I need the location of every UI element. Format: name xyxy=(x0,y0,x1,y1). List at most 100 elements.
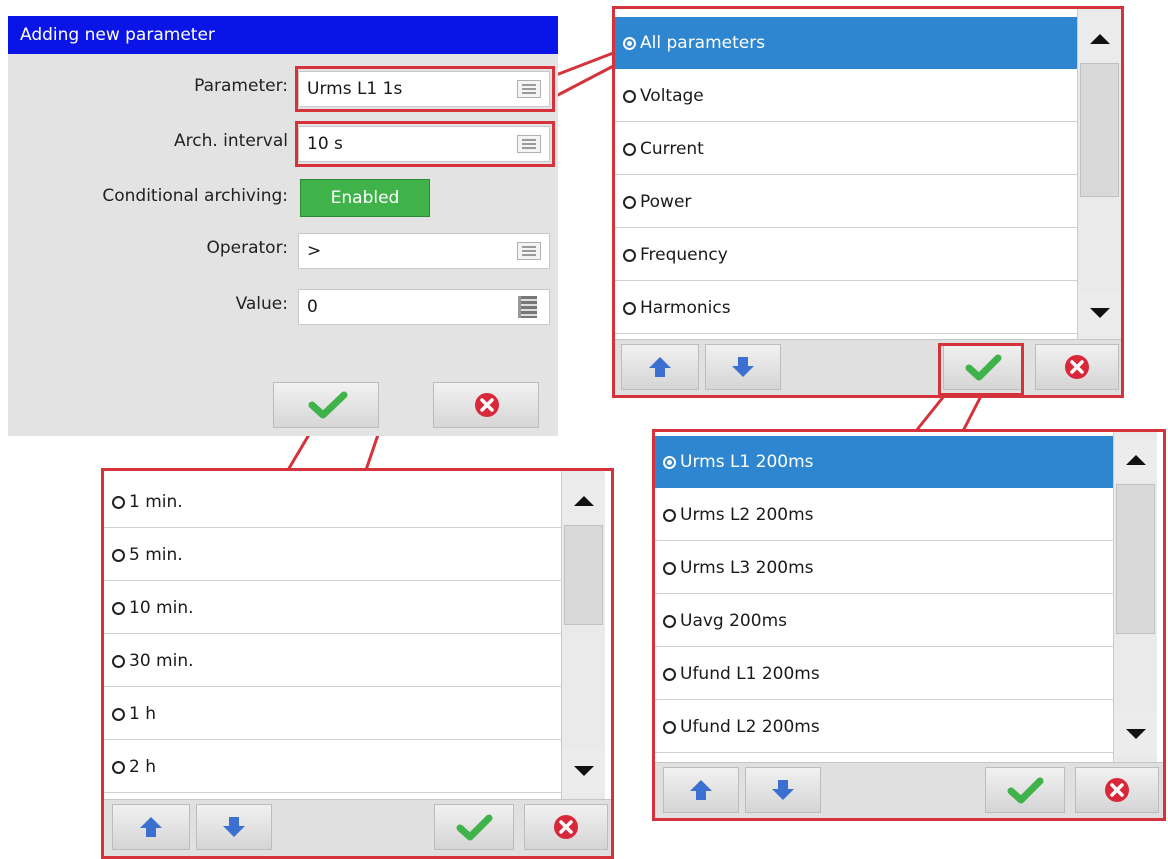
list-item[interactable]: 1 min. xyxy=(104,476,561,528)
keypad-icon[interactable] xyxy=(518,296,537,318)
conditional-archiving-toggle[interactable]: Enabled xyxy=(300,179,430,217)
radio-icon xyxy=(623,143,636,156)
page-up-button[interactable] xyxy=(112,804,190,850)
parameter-popup: Urms L1 200ms Urms L2 200ms Urms L3 200m… xyxy=(652,429,1166,821)
radio-icon xyxy=(623,302,636,315)
cancel-icon xyxy=(475,393,499,417)
checkmark-icon xyxy=(456,814,493,841)
parameter-highlight xyxy=(295,66,555,112)
radio-icon xyxy=(623,90,636,103)
page-up-button[interactable] xyxy=(621,344,699,390)
scrollbar[interactable] xyxy=(1113,432,1157,762)
list-item[interactable]: 1 h xyxy=(104,688,561,740)
arrow-up-icon xyxy=(1125,455,1146,465)
scroll-up-button[interactable] xyxy=(1114,438,1157,482)
page-up-button[interactable] xyxy=(663,767,739,813)
parameter-label: Parameter: xyxy=(194,76,288,96)
list-item[interactable]: Voltage xyxy=(615,70,1077,122)
list-item[interactable]: All parameters xyxy=(615,17,1077,69)
scrollbar[interactable] xyxy=(561,471,605,799)
value-label: Value: xyxy=(235,294,288,314)
cancel-button[interactable] xyxy=(433,382,539,428)
cancel-button[interactable] xyxy=(1035,344,1119,390)
page-down-icon xyxy=(223,817,245,837)
arrow-up-icon xyxy=(573,496,594,506)
interval-popup: 1 min. 5 min. 10 min. 30 min. 1 h 2 h xyxy=(101,468,614,859)
scroll-up-button[interactable] xyxy=(562,479,605,523)
page-down-button[interactable] xyxy=(196,804,272,850)
checkmark-icon xyxy=(308,391,348,419)
arch-interval-label: Arch. interval xyxy=(174,131,288,151)
page-up-icon xyxy=(140,817,162,837)
list-item[interactable]: Frequency xyxy=(615,229,1077,281)
radio-icon xyxy=(663,721,676,734)
scroll-down-button[interactable] xyxy=(562,749,605,793)
scroll-down-button[interactable] xyxy=(1114,712,1157,756)
radio-icon xyxy=(623,249,636,262)
ok-button[interactable] xyxy=(273,382,379,428)
scrollbar[interactable] xyxy=(1077,9,1121,339)
confirm-highlight xyxy=(938,343,1024,396)
scroll-thumb[interactable] xyxy=(1116,484,1155,634)
page-down-button[interactable] xyxy=(705,344,781,390)
list-item[interactable]: Uavg 200ms xyxy=(655,595,1113,647)
radio-icon xyxy=(663,668,676,681)
radio-icon xyxy=(112,761,125,774)
scroll-thumb[interactable] xyxy=(564,525,603,625)
arrow-down-icon xyxy=(1089,308,1110,318)
operator-field[interactable]: > xyxy=(298,233,550,269)
radio-icon xyxy=(112,708,125,721)
dialog-title: Adding new parameter xyxy=(8,16,558,54)
page-down-icon xyxy=(772,780,794,800)
popup-toolbar xyxy=(655,762,1163,818)
radio-icon xyxy=(112,602,125,615)
confirm-button[interactable] xyxy=(985,767,1065,813)
scroll-thumb[interactable] xyxy=(1080,63,1119,197)
list-item[interactable]: 30 min. xyxy=(104,635,561,687)
category-list: All parameters Voltage Current Power Fre… xyxy=(615,9,1077,339)
list-item[interactable]: Urms L2 200ms xyxy=(655,489,1113,541)
page-up-icon xyxy=(690,780,712,800)
operator-label: Operator: xyxy=(206,238,288,258)
list-item[interactable]: Ufund L2 200ms xyxy=(655,701,1113,753)
radio-icon xyxy=(663,562,676,575)
cancel-icon xyxy=(1065,355,1089,379)
value-value: 0 xyxy=(307,297,318,317)
radio-icon xyxy=(663,456,676,469)
radio-icon xyxy=(112,496,125,509)
list-icon[interactable] xyxy=(517,242,541,260)
popup-toolbar xyxy=(104,799,611,856)
scroll-up-button[interactable] xyxy=(1078,17,1121,61)
list-item[interactable]: Urms L1 200ms xyxy=(655,436,1113,488)
cancel-button[interactable] xyxy=(1075,767,1159,813)
popup-toolbar xyxy=(615,339,1121,395)
value-field[interactable]: 0 xyxy=(298,289,550,325)
radio-icon xyxy=(663,509,676,522)
arrow-down-icon xyxy=(1125,729,1146,739)
cancel-icon xyxy=(554,815,578,839)
page-up-icon xyxy=(649,357,671,377)
list-item[interactable]: 2 h xyxy=(104,741,561,793)
list-item[interactable]: 10 min. xyxy=(104,582,561,634)
arrow-up-icon xyxy=(1089,34,1110,44)
cancel-button[interactable] xyxy=(524,804,608,850)
conditional-archiving-label: Conditional archiving: xyxy=(102,186,288,206)
list-item[interactable]: Ufund L1 200ms xyxy=(655,648,1113,700)
operator-value: > xyxy=(307,241,322,261)
list-item[interactable]: Power xyxy=(615,176,1077,228)
cancel-icon xyxy=(1105,778,1129,802)
list-item[interactable]: 5 min. xyxy=(104,529,561,581)
page-down-button[interactable] xyxy=(745,767,821,813)
page-down-icon xyxy=(732,357,754,377)
parameter-list: Urms L1 200ms Urms L2 200ms Urms L3 200m… xyxy=(655,432,1113,762)
radio-icon xyxy=(112,655,125,668)
list-item[interactable]: Urms L3 200ms xyxy=(655,542,1113,594)
radio-icon xyxy=(663,615,676,628)
confirm-button[interactable] xyxy=(434,804,514,850)
radio-icon xyxy=(623,37,636,50)
radio-icon xyxy=(112,549,125,562)
scroll-down-button[interactable] xyxy=(1078,291,1121,335)
checkmark-icon xyxy=(1007,777,1044,804)
list-item[interactable]: Harmonics xyxy=(615,282,1077,334)
list-item[interactable]: Current xyxy=(615,123,1077,175)
